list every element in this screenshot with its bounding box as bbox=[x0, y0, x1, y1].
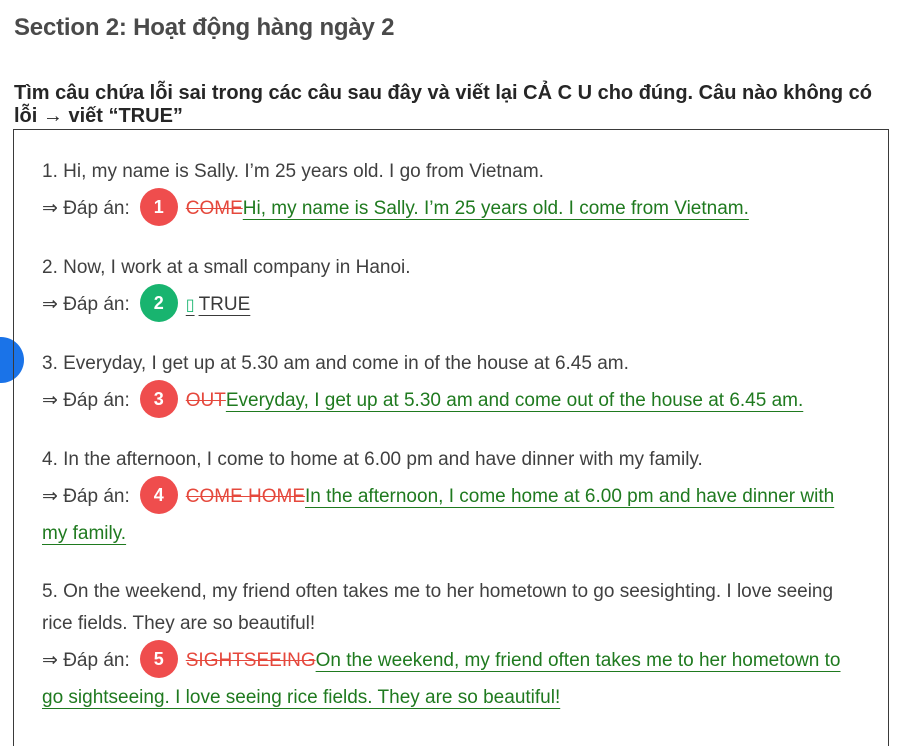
instruction-text: Tìm câu chứa lỗi sai trong các câu sau đ… bbox=[14, 82, 873, 127]
question-text: 4. In the afternoon, I come to home at 6… bbox=[42, 449, 703, 470]
true-answer: ▯ TRUE bbox=[186, 294, 251, 315]
correction-badge[interactable]: 4 bbox=[139, 476, 178, 514]
section-title: Section 2: Hoạt động hàng ngày 2 bbox=[14, 14, 395, 41]
answer-row: ⇒ Đáp án: 5 SIGHTSEEINGOn the weekend, my … bbox=[42, 640, 862, 716]
exercise-item-4: 4. In the afternoon, I come to home at 6… bbox=[42, 444, 862, 552]
question-text: 2. Now, I work at a small company in Han… bbox=[42, 257, 411, 278]
exercise-item-2: 2. Now, I work at a small company in Han… bbox=[42, 252, 862, 324]
answer-row: ⇒ Đáp án: 3 OUTEveryday, I get up at 5.30 … bbox=[42, 380, 862, 420]
wrong-word: OUT bbox=[185, 390, 226, 412]
checkbox-icon: ▯ bbox=[185, 295, 195, 315]
answer-row: ⇒ Đáp án: 2 ▯ TRUE bbox=[42, 284, 862, 324]
correction-badge[interactable]: 3 bbox=[139, 380, 178, 418]
corrected-sentence: Hi, my name is Sally. I’m 25 years old. … bbox=[242, 198, 749, 220]
answer-label: ⇒ Đáp án: bbox=[42, 486, 130, 508]
answer-label: ⇒ Đáp án: bbox=[42, 650, 130, 672]
question-text: 5. On the weekend, my friend often takes… bbox=[42, 581, 834, 634]
answer-row: ⇒ Đáp án: 1 COMEHi, my name is Sally. I’m … bbox=[42, 188, 862, 228]
correction-badge[interactable]: 5 bbox=[139, 640, 178, 678]
answer-label: ⇒ Đáp án: bbox=[42, 198, 130, 220]
exercise-item-1: 1. Hi, my name is Sally. I’m 25 years ol… bbox=[42, 156, 862, 228]
exercise-item-3: 3. Everyday, I get up at 5.30 am and com… bbox=[42, 348, 862, 420]
answer-label: ⇒ Đáp án: bbox=[42, 294, 130, 316]
question-text: 3. Everyday, I get up at 5.30 am and com… bbox=[42, 353, 629, 374]
question-text: 1. Hi, my name is Sally. I’m 25 years ol… bbox=[42, 161, 544, 182]
answer-label: ⇒ Đáp án: bbox=[42, 390, 130, 412]
corrected-sentence: Everyday, I get up at 5.30 am and come o… bbox=[225, 390, 804, 412]
wrong-word: COME bbox=[185, 198, 243, 220]
wrong-word: SIGHTSEEING bbox=[185, 650, 316, 672]
true-label: TRUE bbox=[198, 294, 251, 316]
correction-badge[interactable]: 2 bbox=[139, 284, 178, 322]
answer-row: ⇒ Đáp án: 4 COME HOMEIn the afternoon, I c… bbox=[42, 476, 862, 552]
answer-box: 1. Hi, my name is Sally. I’m 25 years ol… bbox=[13, 129, 889, 746]
exercise-list: 1. Hi, my name is Sally. I’m 25 years ol… bbox=[42, 156, 862, 740]
wrong-word: COME HOME bbox=[185, 486, 306, 508]
correction-badge[interactable]: 1 bbox=[139, 188, 178, 226]
exercise-item-5: 5. On the weekend, my friend often takes… bbox=[42, 576, 862, 716]
